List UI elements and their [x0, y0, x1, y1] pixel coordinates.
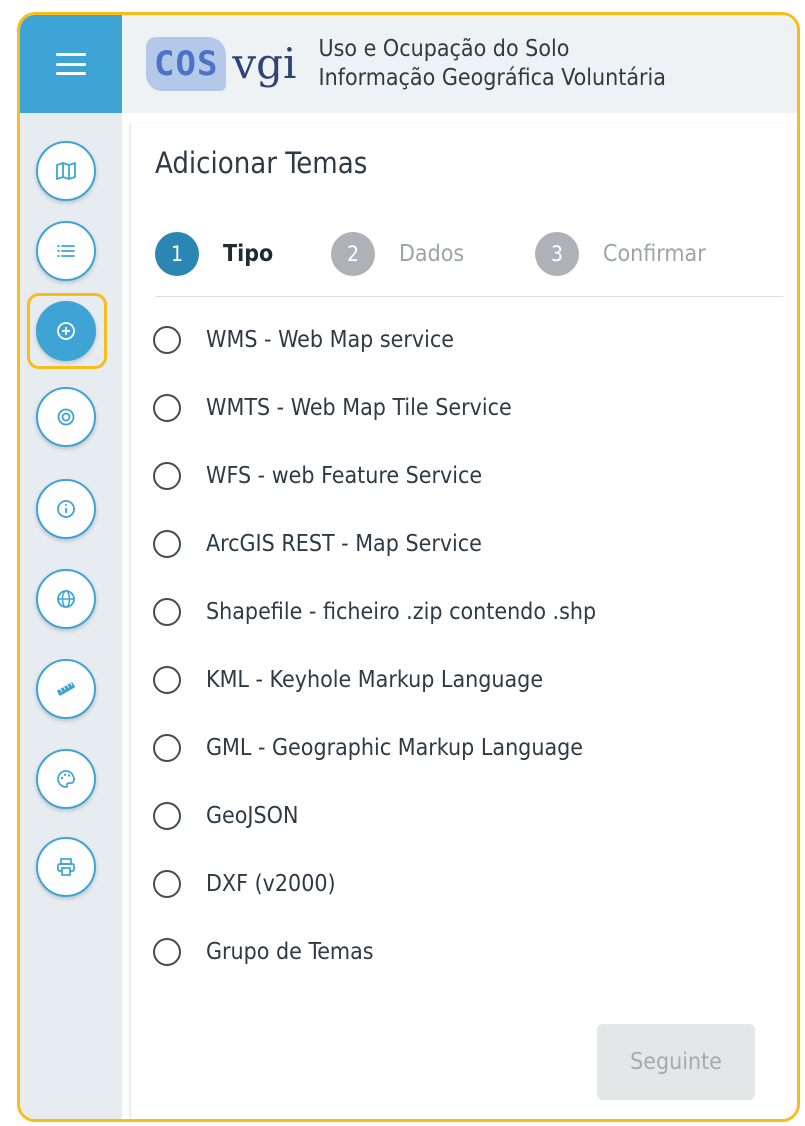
layer-type-options: WMS - Web Map service WMTS - Web Map Til… — [153, 326, 596, 1008]
sidebar-info-button[interactable] — [36, 479, 96, 539]
map-icon — [56, 162, 76, 180]
option-label: KML - Keyhole Markup Language — [206, 667, 544, 693]
radio-button[interactable] — [153, 394, 181, 422]
app-window: COS vgi Uso e Ocupação do Solo Informaçã… — [17, 12, 800, 1122]
info-icon — [57, 500, 75, 518]
option-label: ArcGIS REST - Map Service — [206, 531, 482, 557]
option-label: Shapefile - ficheiro .zip contendo .shp — [206, 599, 597, 625]
sidebar-globe-button[interactable] — [36, 569, 96, 629]
option-dxf[interactable]: DXF (v2000) — [153, 850, 596, 918]
step-label: Dados — [399, 241, 465, 267]
app-title-line1: Uso e Ocupação do Solo — [318, 36, 570, 62]
radio-button[interactable] — [153, 734, 181, 762]
logo-vgi-text: vgi — [232, 39, 297, 88]
option-wfs[interactable]: WFS - web Feature Service — [153, 442, 596, 510]
radio-button[interactable] — [153, 598, 181, 626]
target-icon — [57, 408, 75, 426]
option-arcgis-rest[interactable]: ArcGIS REST - Map Service — [153, 510, 596, 578]
app-header: COS vgi Uso e Ocupação do Solo Informaçã… — [122, 15, 797, 113]
radio-button[interactable] — [153, 530, 181, 558]
option-label: GeoJSON — [206, 803, 299, 829]
globe-icon — [57, 590, 75, 608]
option-grupo-de-temas[interactable]: Grupo de Temas — [153, 918, 596, 986]
step-dados: 2 Dados — [331, 232, 464, 276]
step-number: 3 — [535, 232, 579, 276]
sidebar — [20, 113, 122, 1119]
option-wms[interactable]: WMS - Web Map service — [153, 306, 596, 374]
option-label: Grupo de Temas — [206, 939, 374, 965]
option-label: WMTS - Web Map Tile Service — [206, 395, 512, 421]
printer-icon — [57, 858, 75, 876]
sidebar-print-button[interactable] — [36, 837, 96, 897]
radio-button[interactable] — [153, 802, 181, 830]
option-shapefile[interactable]: Shapefile - ficheiro .zip contendo .shp — [153, 578, 596, 646]
add-circle-icon — [57, 322, 75, 340]
sidebar-measure-button[interactable] — [36, 659, 96, 719]
ruler-icon — [57, 682, 75, 696]
step-number: 2 — [331, 232, 375, 276]
stepper: 1 Tipo 2 Dados 3 Confirmar — [155, 232, 783, 297]
step-tipo: 1 Tipo — [155, 232, 273, 276]
step-label: Confirmar — [603, 241, 706, 267]
option-geojson[interactable]: GeoJSON — [153, 782, 596, 850]
app-title: Uso e Ocupação do Solo Informação Geográ… — [318, 35, 666, 93]
sidebar-layers-list-button[interactable] — [36, 221, 96, 281]
step-label: Tipo — [223, 241, 274, 267]
next-button[interactable]: Seguinte — [597, 1024, 755, 1100]
option-label: WMS - Web Map service — [206, 327, 454, 353]
option-label: WFS - web Feature Service — [206, 463, 483, 489]
radio-button[interactable] — [153, 326, 181, 354]
list-icon — [57, 245, 75, 257]
step-number: 1 — [155, 232, 199, 276]
sidebar-map-button[interactable] — [36, 141, 96, 201]
sidebar-target-button[interactable] — [36, 387, 96, 447]
sidebar-style-button[interactable] — [36, 749, 96, 809]
radio-button[interactable] — [153, 462, 181, 490]
add-themes-panel: Adicionar Temas 1 Tipo 2 Dados 3 Confirm… — [130, 124, 797, 1119]
option-wmts[interactable]: WMTS - Web Map Tile Service — [153, 374, 596, 442]
option-kml[interactable]: KML - Keyhole Markup Language — [153, 646, 596, 714]
radio-button[interactable] — [153, 870, 181, 898]
app-logo: COS vgi — [146, 34, 296, 94]
radio-button[interactable] — [153, 666, 181, 694]
palette-icon — [57, 770, 75, 788]
option-label: GML - Geographic Markup Language — [206, 735, 583, 761]
hamburger-menu-button[interactable] — [20, 15, 122, 113]
sidebar-add-layer-button[interactable] — [36, 301, 96, 361]
radio-button[interactable] — [153, 938, 181, 966]
step-confirmar: 3 Confirmar — [535, 232, 706, 276]
option-gml[interactable]: GML - Geographic Markup Language — [153, 714, 596, 782]
hamburger-icon — [56, 53, 86, 75]
panel-title: Adicionar Temas — [155, 146, 368, 180]
logo-cos-mark: COS — [146, 37, 227, 91]
option-label: DXF (v2000) — [206, 871, 336, 897]
app-title-line2: Informação Geográfica Voluntária — [318, 65, 666, 91]
